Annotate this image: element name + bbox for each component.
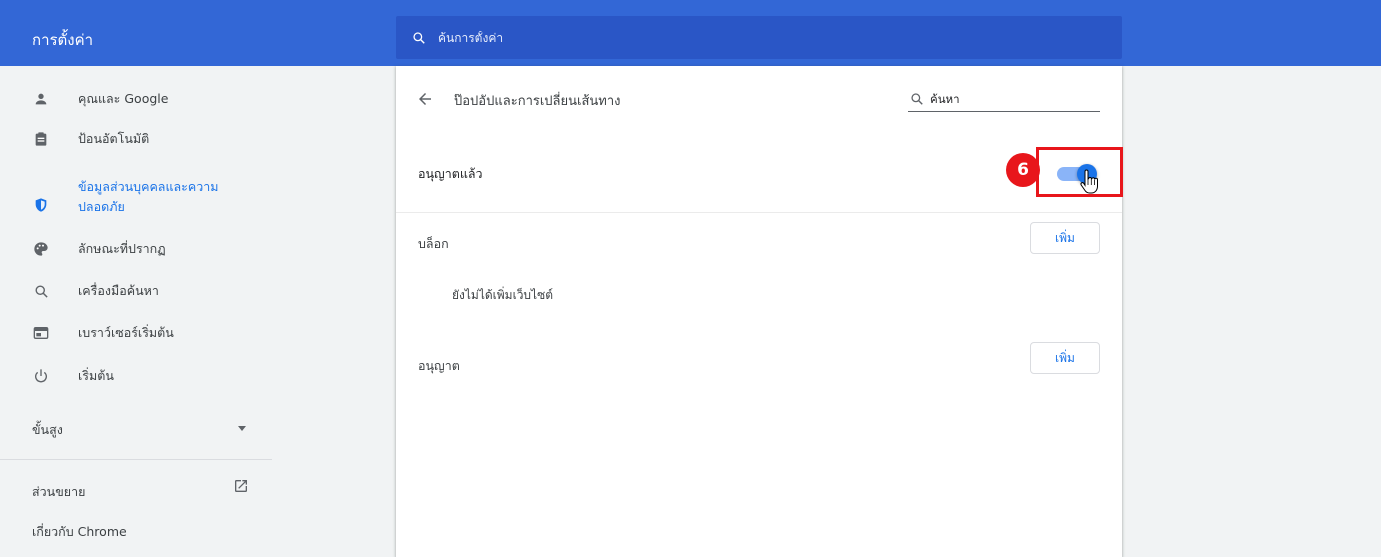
popups-allowed-label: อนุญาตแล้ว <box>418 166 483 181</box>
app-header: การตั้งค่า <box>0 0 1381 66</box>
sidebar-item-label: ป้อนอัตโนมัติ <box>78 131 150 146</box>
sidebar-item-appearance[interactable]: ลักษณะที่ปรากฏ <box>0 240 272 258</box>
palette-icon <box>32 240 50 258</box>
block-empty-text: ยังไม่ได้เพิ่มเว็บไซต์ <box>452 288 554 302</box>
section-divider <box>396 212 1122 213</box>
chevron-down-icon[interactable] <box>238 426 246 431</box>
sidebar-item-you-and-google[interactable]: คุณและ Google <box>0 90 272 108</box>
app-title: การตั้งค่า <box>32 31 94 49</box>
sidebar-item-search-engine[interactable]: เครื่องมือค้นหา <box>0 282 272 300</box>
sidebar-item-autofill[interactable]: ป้อนอัตโนมัติ <box>0 130 272 148</box>
search-icon <box>911 92 923 105</box>
page-search-input[interactable] <box>930 91 1090 106</box>
sidebar-item-default-browser[interactable]: เบราว์เซอร์เริ่มต้น <box>0 324 272 342</box>
settings-search-box[interactable] <box>396 16 1122 59</box>
sidebar-item-label: คุณและ Google <box>78 91 169 106</box>
sidebar-item-label: ลักษณะที่ปรากฏ <box>78 241 166 256</box>
search-icon <box>32 282 50 300</box>
block-section-label: บล็อก <box>418 236 449 251</box>
page-title: ป๊อปอัปและการเปลี่ยนเส้นทาง <box>454 94 621 109</box>
sidebar-divider <box>0 459 272 460</box>
sidebar-item-label-line2: ปลอดภัย <box>78 199 125 214</box>
page-search-box[interactable] <box>908 86 1100 112</box>
advanced-toggle[interactable]: ขั้นสูง <box>32 420 63 440</box>
sidebar-item-label: ข้อมูลส่วนบุคคลและความ <box>78 179 219 194</box>
sidebar-item-label: เบราว์เซอร์เริ่มต้น <box>78 325 174 340</box>
sidebar-item-privacy-security[interactable]: ข้อมูลส่วนบุคคลและความ ปลอดภัย <box>0 178 272 214</box>
about-chrome-link[interactable]: เกี่ยวกับ Chrome <box>32 522 127 542</box>
block-add-button[interactable]: เพิ่ม <box>1030 222 1100 254</box>
shield-icon <box>32 196 50 214</box>
settings-search-input[interactable] <box>438 30 1038 45</box>
open-in-new-icon[interactable] <box>233 478 249 494</box>
power-icon <box>32 367 50 385</box>
browser-icon <box>32 324 50 342</box>
annotation-highlight-box <box>1036 147 1123 197</box>
person-icon <box>32 90 50 108</box>
extensions-link[interactable]: ส่วนขยาย <box>32 482 85 502</box>
sidebar: คุณและ Google ป้อนอัตโนมัติ ข้อมูลส่วนบุ… <box>0 66 272 557</box>
allow-section-label: อนุญาต <box>418 358 460 373</box>
sidebar-item-label: เริ่มต้น <box>78 368 114 383</box>
allow-add-button[interactable]: เพิ่ม <box>1030 342 1100 374</box>
sidebar-item-on-startup[interactable]: เริ่มต้น <box>0 367 272 385</box>
settings-card: ป๊อปอัปและการเปลี่ยนเส้นทาง อนุญาตแล้ว 6… <box>396 66 1123 557</box>
clipboard-icon <box>32 130 50 148</box>
annotation-step-badge: 6 <box>1006 153 1040 187</box>
search-icon <box>413 31 425 44</box>
sidebar-item-label: เครื่องมือค้นหา <box>78 283 159 298</box>
back-arrow-icon[interactable] <box>416 90 434 108</box>
